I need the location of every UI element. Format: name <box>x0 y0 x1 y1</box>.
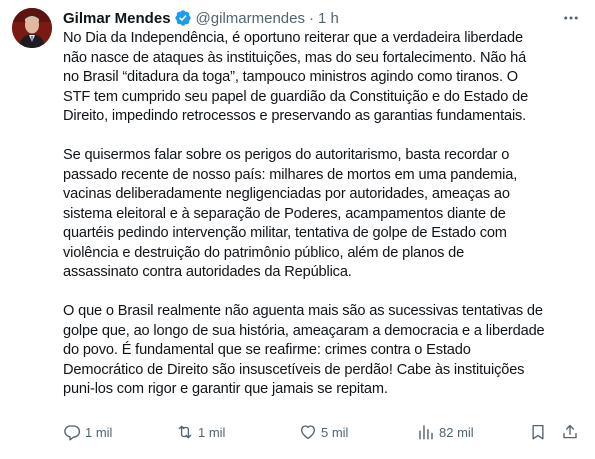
more-icon <box>564 16 578 20</box>
repost-count: 1 mil <box>198 424 226 440</box>
text-line: assassinato contra autoridades da Repúbl… <box>63 264 352 280</box>
reply-icon <box>64 425 81 441</box>
text-line: Democrático de Direito são insuscetíveis… <box>63 361 525 378</box>
text-line: não nasce de ataques às instituições, ma… <box>63 49 527 66</box>
author-name[interactable]: Gilmar Mendes <box>63 10 171 27</box>
text-line: golpe que, ao longo de sua história, ame… <box>63 322 545 339</box>
tweet-text: No Dia da Independência, é oportuno reit… <box>63 29 583 400</box>
tweet-paragraph: O que o Brasil realmente não aguenta mai… <box>63 302 583 400</box>
text-line: quartéis pedindo intervenção militar, te… <box>63 225 507 241</box>
views-button[interactable]: 82 mil <box>417 422 474 442</box>
author-handle[interactable]: @gilmarmendes <box>196 10 305 27</box>
reply-button[interactable]: 1 mil <box>63 422 112 442</box>
text-line: O que o Brasil realmente não aguenta mai… <box>63 303 543 319</box>
repost-icon <box>178 425 192 439</box>
text-line: STF tem cumprido seu papel de guardião d… <box>63 88 529 105</box>
text-line: No Dia da Independência, é oportuno reit… <box>63 30 523 46</box>
reply-count: 1 mil <box>85 424 113 440</box>
tweet-header: Gilmar Mendes @gilmarmendes · 1 h <box>63 8 339 28</box>
tweet-paragraph: Se quisermos falar sobre os perigos do a… <box>63 146 583 283</box>
views-count: 82 mil <box>439 424 474 440</box>
text-line: no Brasil “ditadura da toga”, tampouco m… <box>63 69 518 85</box>
text-line: violência e destruição do patrimônio púb… <box>63 244 465 261</box>
tweet-paragraph: No Dia da Independência, é oportuno reit… <box>63 29 583 127</box>
views-icon <box>419 425 433 440</box>
share-button[interactable] <box>561 422 579 442</box>
more-options-button[interactable] <box>561 8 581 28</box>
text-line: puni-los com rigor e garantir que jamais… <box>63 381 388 397</box>
bookmark-button[interactable] <box>529 422 547 442</box>
tweet-timestamp[interactable]: 1 h <box>318 10 339 27</box>
bookmark-icon <box>532 424 544 440</box>
avatar-image <box>12 8 52 48</box>
like-count: 5 mil <box>321 424 349 440</box>
tweet[interactable]: Gilmar Mendes @gilmarmendes · 1 h No Dia… <box>0 0 595 459</box>
verified-badge-icon <box>174 9 192 27</box>
text-line: vacinas deliberadamente negligenciadas p… <box>63 186 510 202</box>
action-bar: 1 mil 1 mil 5 mil 82 mil <box>63 422 583 442</box>
text-line: Direito, impedindo retrocessos e preserv… <box>63 108 527 124</box>
separator-dot: · <box>308 9 314 27</box>
text-line: passado recente de nosso país: milhares … <box>63 166 518 183</box>
avatar[interactable] <box>12 8 52 48</box>
like-button[interactable]: 5 mil <box>299 422 348 442</box>
like-icon <box>300 425 316 440</box>
share-icon <box>563 424 577 439</box>
repost-button[interactable]: 1 mil <box>176 422 225 442</box>
text-line: sistema eleitoral e à separação de Poder… <box>63 205 506 222</box>
text-line: Se quisermos falar sobre os perigos do a… <box>63 147 510 163</box>
text-line: do povo. É fundamental que se reafirme: … <box>63 342 471 358</box>
